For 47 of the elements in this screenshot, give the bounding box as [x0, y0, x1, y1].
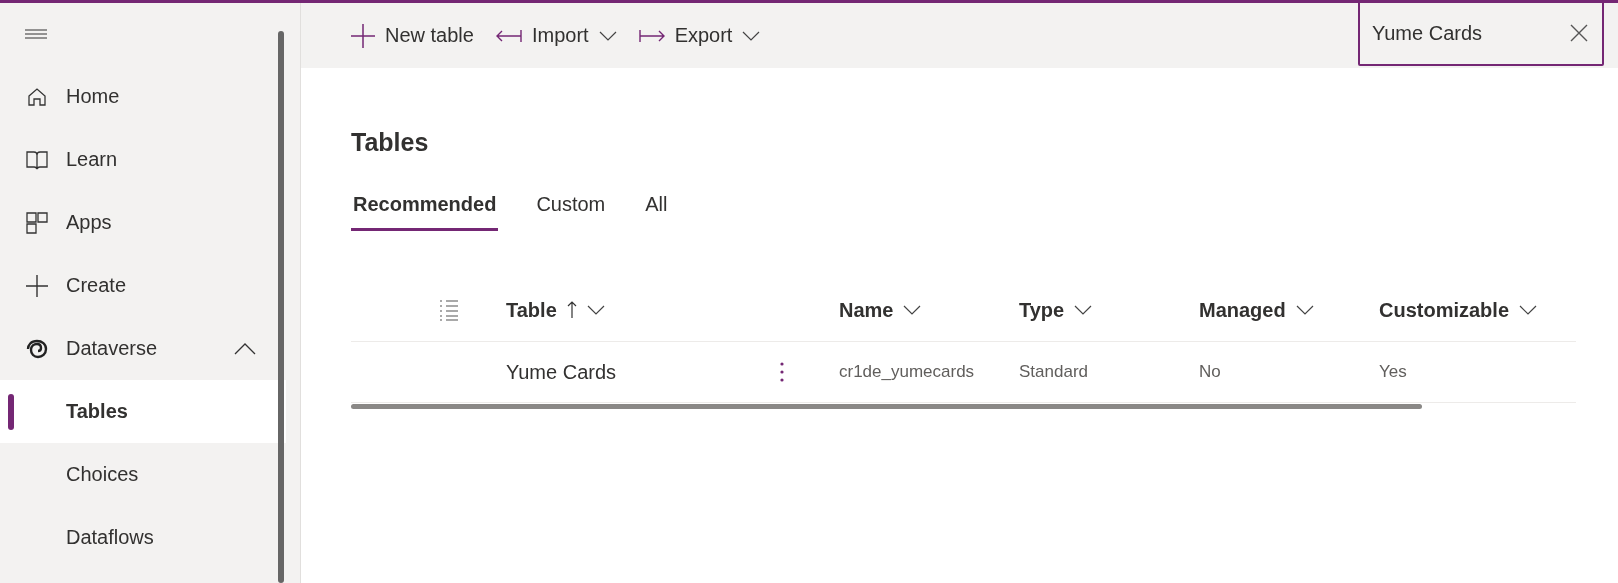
chevron-down-icon — [903, 305, 922, 315]
column-header[interactable]: Table — [506, 298, 839, 322]
arrow-left-icon — [495, 28, 522, 43]
nav-item[interactable]: Home — [0, 65, 286, 128]
toolbar-button[interactable]: New table — [351, 23, 474, 48]
toolbar-button[interactable]: Export — [638, 23, 761, 48]
menu-icon[interactable] — [25, 29, 47, 39]
scrollbar[interactable] — [278, 31, 284, 583]
plus-icon — [351, 23, 375, 48]
page-title: Tables — [351, 128, 430, 157]
plus-icon — [26, 274, 48, 297]
sort-up-icon — [566, 301, 577, 319]
nav-item[interactable]: Dataflows — [0, 506, 286, 569]
apps-icon — [26, 211, 48, 234]
nav-item[interactable]: Learn — [0, 128, 286, 191]
table-cell: No — [1199, 362, 1221, 382]
table-cell: Yes — [1379, 362, 1407, 382]
chevron-down-icon — [598, 30, 617, 41]
arrow-right-icon — [638, 28, 665, 43]
nav-item[interactable]: Tables — [0, 380, 286, 443]
column-header[interactable]: Customizable — [1379, 298, 1576, 322]
more-icon[interactable] — [780, 362, 784, 382]
scrollbar[interactable] — [351, 404, 1422, 409]
chevron-down-icon — [1295, 305, 1314, 315]
chevron-down-icon — [742, 30, 761, 41]
chevron-down-icon — [586, 305, 605, 315]
tab[interactable]: Recommended — [351, 185, 499, 231]
nav-item[interactable]: Dataverse — [0, 317, 286, 380]
search-field[interactable]: Yume Cards — [1358, 1, 1604, 66]
column-header[interactable]: Managed — [1199, 298, 1379, 322]
close-icon[interactable] — [1570, 24, 1588, 42]
toolbar-button[interactable]: Import — [495, 23, 617, 48]
nav-item[interactable]: Create — [0, 254, 286, 317]
nav-item[interactable]: Choices — [0, 443, 286, 506]
chevron-down-icon — [1519, 305, 1538, 315]
column-header[interactable]: Type — [1019, 298, 1199, 322]
list-icon[interactable] — [438, 299, 459, 321]
table-cell[interactable]: Yume Cards — [506, 360, 617, 384]
tab[interactable]: Custom — [534, 185, 608, 231]
column-header[interactable]: Name — [839, 298, 1019, 322]
table-cell: Standard — [1019, 362, 1088, 382]
dataverse-icon — [25, 337, 49, 360]
chevron-down-icon — [1074, 305, 1093, 315]
tab[interactable]: All — [643, 185, 670, 231]
table-cell: cr1de_yumecards — [839, 362, 975, 382]
book-icon — [25, 148, 49, 171]
nav-item[interactable]: Apps — [0, 191, 286, 254]
